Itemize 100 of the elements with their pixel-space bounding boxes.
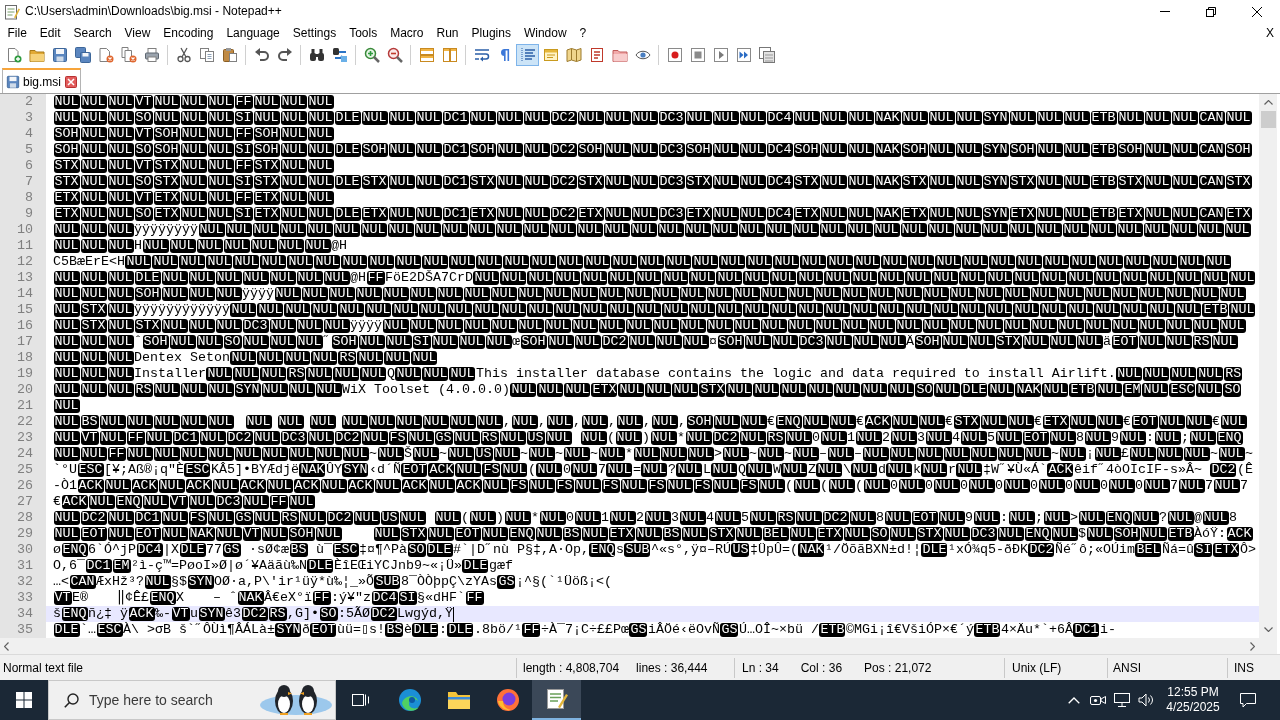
control-character: VT [134,159,153,173]
clock-date[interactable]: 4/25/2025 [1166,700,1220,715]
close-document-button[interactable]: X [1266,23,1274,43]
control-character: NUL [635,303,662,317]
undo-arrow-icon[interactable] [253,47,270,63]
zoom-in-icon[interactable] [363,47,380,63]
control-character: NUL [955,111,982,125]
control-character: NUL [846,223,873,237]
control-character: US [380,511,399,525]
menu-item[interactable]: Language [219,23,287,43]
control-character: NUL [436,319,463,333]
control-character: NUL [773,255,800,269]
control-character: DC1 [442,111,469,125]
monitor-icon[interactable] [1114,693,1130,707]
control-character: NUL [180,95,207,109]
caret-right-icon[interactable] [1250,641,1255,651]
fast-forward-icon[interactable] [735,47,752,63]
editor-text: 7 [597,462,606,478]
control-character: NUL [539,511,566,525]
circle-logo-icon[interactable] [495,688,520,712]
menu-item[interactable]: View [118,23,157,43]
control-character: NUL [80,143,107,157]
wave-logo-icon[interactable] [397,688,422,712]
files-close-icon[interactable] [120,47,137,63]
clipboard-icon[interactable] [221,47,238,63]
control-character: NUL [986,303,1013,317]
zoom-out-icon[interactable] [386,47,403,63]
control-character: ACK [131,479,158,493]
word-wrap-icon[interactable] [473,47,490,63]
menu-item[interactable]: Edit [33,23,68,43]
control-character: STX [53,175,80,189]
menu-item[interactable]: File [1,23,34,43]
menu-item[interactable]: Settings [286,23,343,43]
control-character: FF [269,495,288,509]
caret-up-icon[interactable] [1263,100,1273,105]
line-number: 11 [0,238,46,254]
folder-icon[interactable] [446,690,471,710]
caret-left-icon[interactable] [4,641,9,651]
list-page-icon[interactable] [588,47,605,63]
menu-item[interactable]: Plugins [465,23,518,43]
menu-item[interactable]: Search [67,23,119,43]
control-character: RS [776,511,795,525]
taskbar-app-button[interactable] [532,680,581,720]
map-icon[interactable] [565,47,582,63]
side-by-side-windows-icon[interactable] [441,47,458,63]
restore-icon[interactable] [1206,6,1216,17]
control-character: ENQ [149,591,176,605]
control-character: STX [708,527,735,541]
speaker-icon[interactable] [1138,693,1154,707]
redo-arrow-icon[interactable] [276,47,293,63]
find-replace-icon[interactable] [331,47,348,63]
printer-icon[interactable] [143,47,160,63]
floppy-disks-icon[interactable] [74,47,91,63]
indent-guide-toggle-button[interactable] [516,44,539,66]
menu-item[interactable]: Tools [342,23,384,43]
task-view-icon[interactable] [351,692,370,708]
scissors-icon[interactable] [175,47,192,63]
stacked-pages-icon[interactable] [758,47,775,63]
control-character: STX [80,319,107,333]
play-icon[interactable] [712,47,729,63]
control-character: NUL [161,511,188,525]
menu-item[interactable]: Encoding [156,23,220,43]
stacked-windows-icon[interactable] [418,47,435,63]
file-close-icon[interactable] [97,47,114,63]
binoculars-icon[interactable] [308,47,325,63]
menu-item[interactable]: Macro [383,23,430,43]
control-character: NUL [851,463,878,477]
chevron-up-icon[interactable] [1068,696,1080,704]
stop-icon[interactable] [689,47,706,63]
control-character: SYN [982,207,1009,221]
control-character: EOT [1111,335,1138,349]
control-character: NUL [544,319,571,333]
copy-icon[interactable] [198,47,215,63]
camera-icon[interactable] [1090,693,1106,707]
control-character: STX [253,159,280,173]
control-character: EOT [1022,431,1049,445]
notification-icon[interactable] [1240,692,1256,708]
control-character: NUL [604,175,631,189]
control-character: DLE [53,623,80,637]
new-file-icon[interactable] [5,47,22,63]
menu-item[interactable]: Window [517,23,574,43]
control-character: NUL [428,479,455,493]
file-tab[interactable]: big.msi [2,68,81,93]
window-icon[interactable] [542,47,559,63]
control-character: NUL [307,111,334,125]
record-icon[interactable] [666,47,683,63]
menu-item[interactable]: Run [430,23,466,43]
menu-item[interactable]: ? [573,23,593,43]
line-ending-label: Unix (LF) [1012,659,1062,677]
caret-down-icon[interactable] [1263,627,1273,632]
control-character: NUL [153,447,180,461]
close-icon[interactable] [1252,6,1262,17]
control-character: NUL [80,159,107,173]
clock-time[interactable]: 12:55 PM [1167,685,1219,700]
control-character: NUL [365,303,392,317]
editor-text: k [912,462,921,478]
windows-logo-icon[interactable] [16,692,32,708]
control-character: ETB [1202,303,1229,317]
editor-text: [¥;Aß®¡q"È [104,462,184,478]
scrollbar-thumb[interactable] [1260,111,1276,128]
